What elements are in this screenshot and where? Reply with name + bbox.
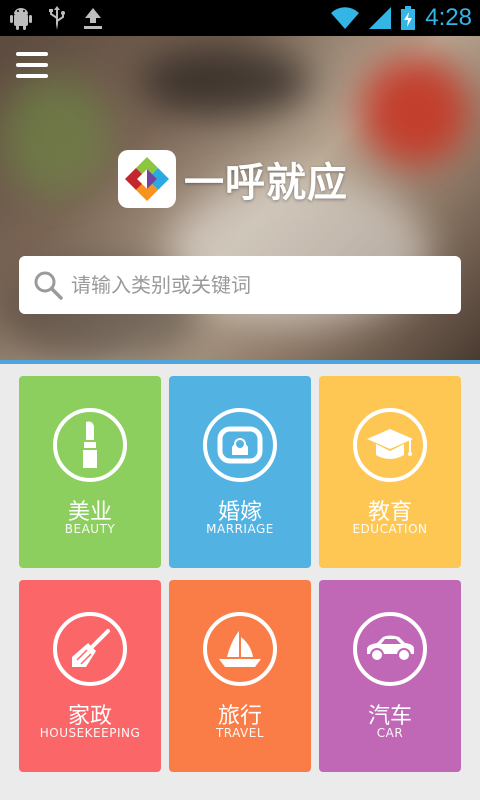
category-label-en: BEAUTY bbox=[64, 522, 116, 536]
background-blur bbox=[0, 76, 110, 196]
broom-icon bbox=[72, 629, 110, 667]
category-tile-car[interactable]: 汽车 CAR bbox=[319, 580, 461, 772]
app-logo bbox=[118, 150, 176, 208]
app-logo-header: 一呼就应 bbox=[118, 150, 348, 208]
hero-divider bbox=[0, 360, 480, 364]
search-icon bbox=[34, 271, 63, 300]
sailboat-icon bbox=[219, 631, 261, 667]
search-input[interactable] bbox=[71, 273, 431, 297]
car-icon bbox=[367, 635, 414, 662]
ring-box-icon bbox=[217, 426, 263, 464]
category-label-en: EDUCATION bbox=[352, 522, 428, 536]
wifi-icon bbox=[331, 7, 360, 29]
category-tile-travel[interactable]: 旅行 TRAVEL bbox=[169, 580, 311, 772]
category-tile-marriage[interactable]: 婚嫁 MARRIAGE bbox=[169, 376, 311, 568]
app-name: 一呼就应 bbox=[184, 160, 348, 206]
hamburger-menu-icon bbox=[16, 52, 48, 56]
category-icon-circle bbox=[353, 408, 427, 482]
category-label-en: CAR bbox=[376, 726, 404, 740]
battery-charging-icon bbox=[401, 6, 416, 30]
category-icon-circle bbox=[53, 612, 127, 686]
category-icon-circle bbox=[203, 408, 277, 482]
category-icon-circle bbox=[203, 612, 277, 686]
usb-icon bbox=[49, 6, 65, 30]
graduation-cap-icon bbox=[367, 429, 413, 459]
app-logo-icon bbox=[125, 157, 169, 201]
hamburger-line bbox=[16, 63, 48, 67]
category-tile-housekeeping[interactable]: 家政 HOUSEKEEPING bbox=[19, 580, 161, 772]
signal-icon bbox=[369, 7, 392, 29]
android-debug-icon bbox=[10, 8, 32, 30]
menu-button[interactable] bbox=[16, 52, 48, 78]
category-tile-education[interactable]: 教育 EDUCATION bbox=[319, 376, 461, 568]
category-label-en: TRAVEL bbox=[215, 726, 265, 740]
lipstick-icon bbox=[83, 421, 97, 468]
category-icon-circle bbox=[53, 408, 127, 482]
system-icons: 4:28 bbox=[331, 0, 472, 36]
category-label-en: MARRIAGE bbox=[206, 522, 274, 536]
search-bar[interactable] bbox=[19, 256, 461, 314]
hamburger-line bbox=[16, 74, 48, 78]
background-blur bbox=[140, 46, 310, 116]
category-icon-circle bbox=[353, 612, 427, 686]
category-label-en: HOUSEKEEPING bbox=[39, 726, 141, 740]
clock-time: 4:28 bbox=[425, 4, 472, 31]
download-icon bbox=[84, 8, 102, 29]
status-bar: 4:28 bbox=[0, 0, 480, 36]
category-tile-beauty[interactable]: 美业 BEAUTY bbox=[19, 376, 161, 568]
background-blur bbox=[360, 56, 470, 166]
notification-icons bbox=[10, 6, 104, 30]
